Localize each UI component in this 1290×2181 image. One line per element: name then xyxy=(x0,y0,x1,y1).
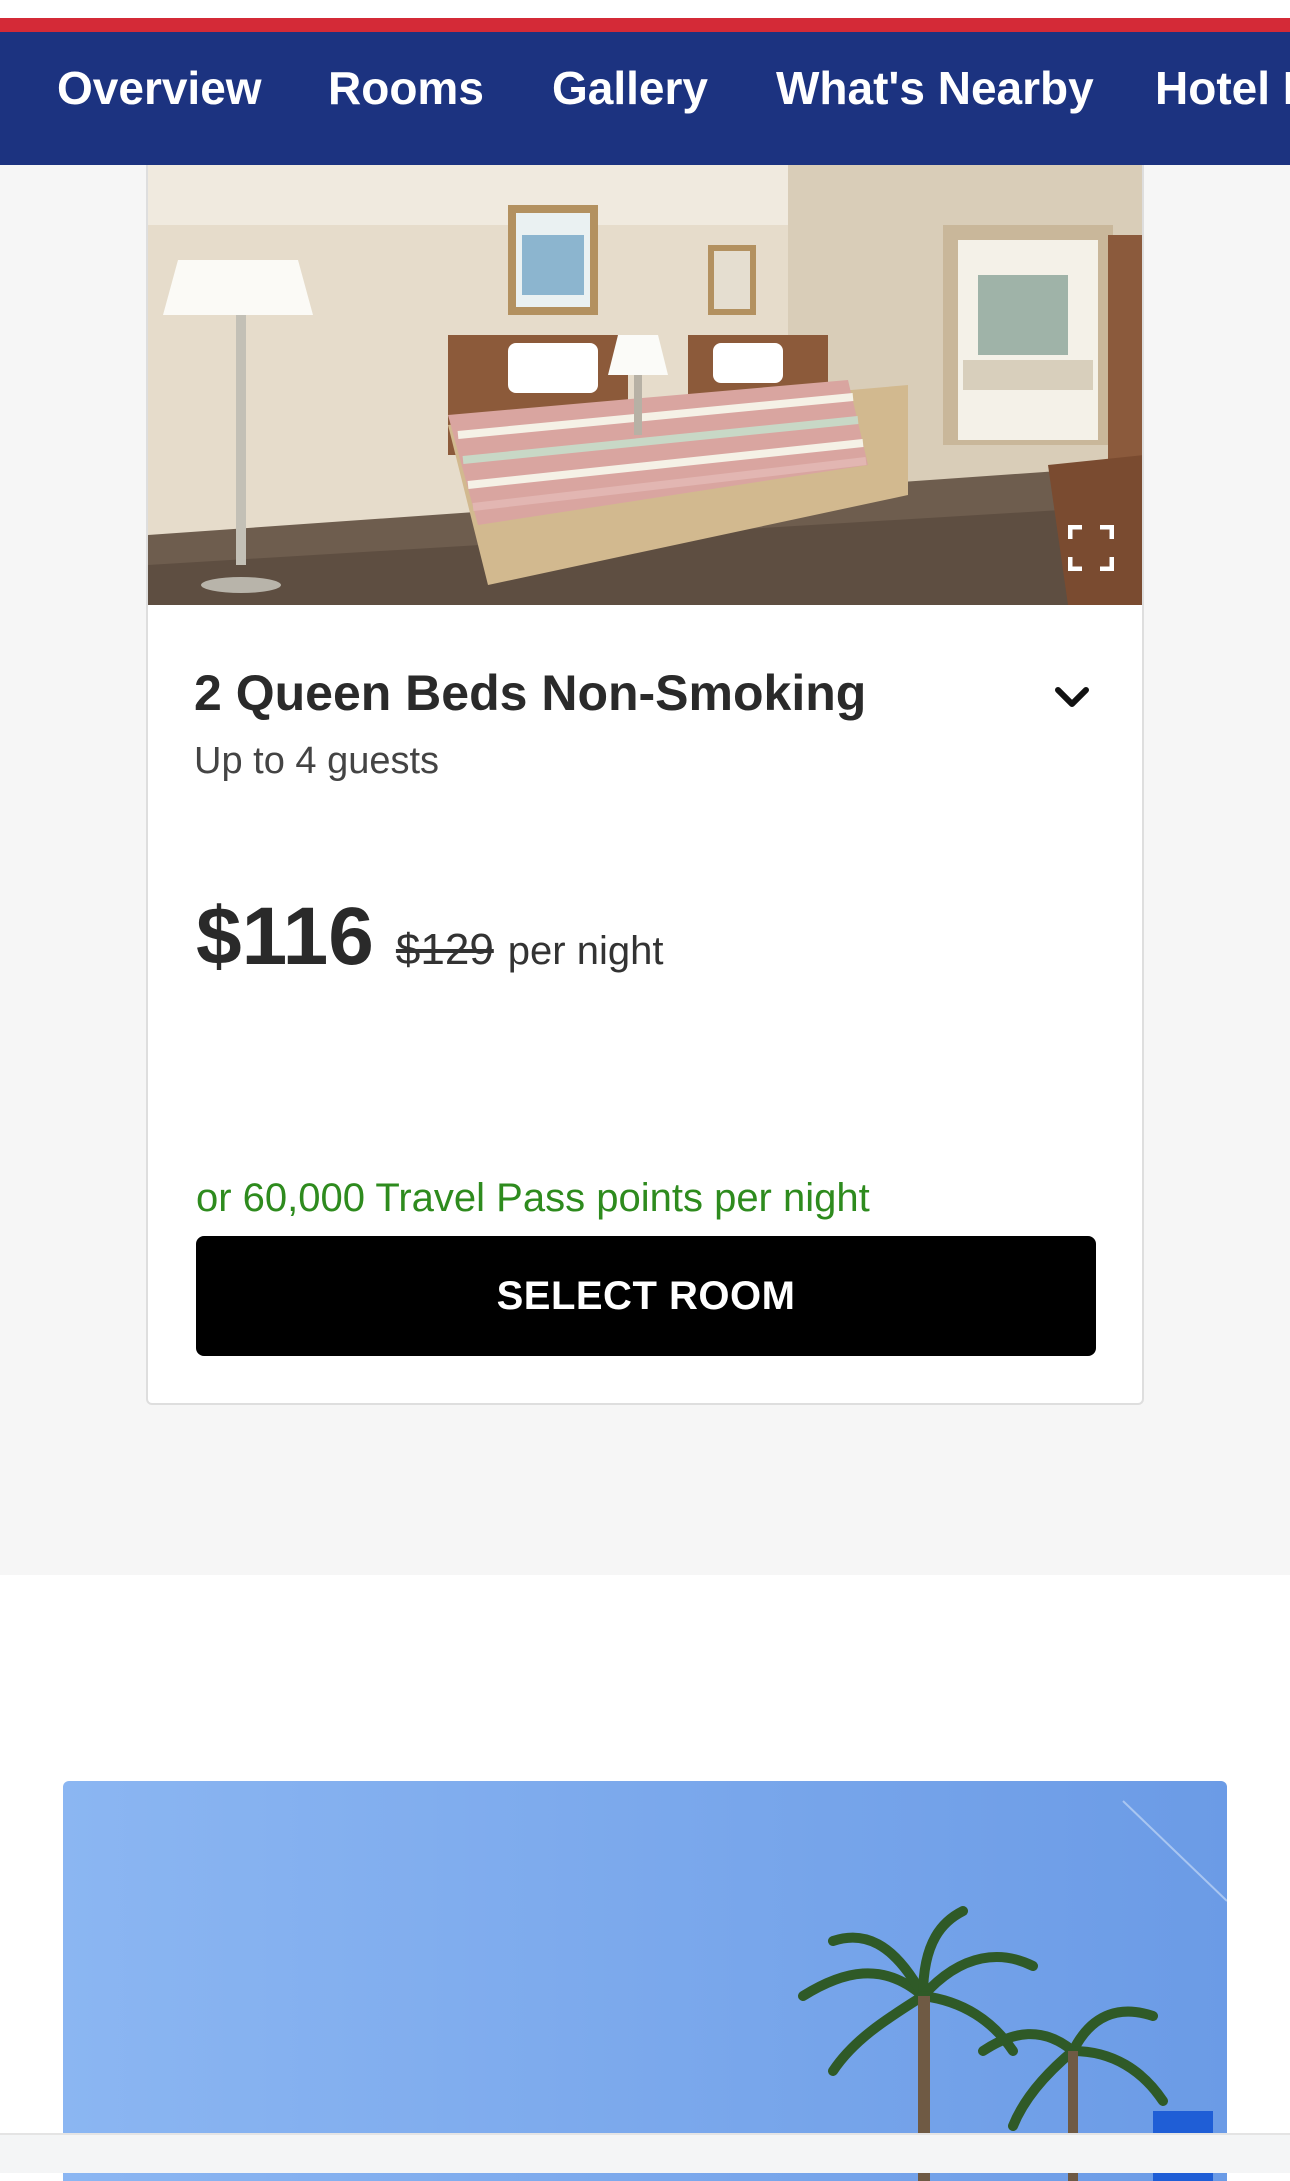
fullscreen-icon[interactable] xyxy=(1068,525,1114,571)
top-strip xyxy=(0,0,1290,18)
price-unit: per night xyxy=(507,929,664,973)
tab-rooms[interactable]: Rooms xyxy=(328,60,484,116)
select-room-button[interactable]: SELECT ROOM xyxy=(196,1236,1096,1356)
section-nav: Overview Rooms Gallery What's Nearby Hot… xyxy=(0,32,1290,165)
tab-whats-nearby[interactable]: What's Nearby xyxy=(776,60,1094,116)
room-title: 2 Queen Beds Non-Smoking xyxy=(194,665,867,721)
tab-gallery[interactable]: Gallery xyxy=(552,60,708,116)
browser-bottom-bar xyxy=(0,2133,1290,2173)
chevron-down-icon[interactable] xyxy=(1052,677,1092,717)
brand-accent-bar xyxy=(0,18,1290,32)
hotel-exterior-photo[interactable] xyxy=(63,1781,1227,2181)
room-photo[interactable] xyxy=(148,165,1142,605)
original-price: $129 xyxy=(395,925,494,974)
tab-hotel-info[interactable]: Hotel I xyxy=(1155,60,1290,116)
room-guest-capacity: Up to 4 guests xyxy=(194,740,440,782)
tab-overview[interactable]: Overview xyxy=(57,60,262,116)
price-row: $116 $129 per night xyxy=(196,890,663,990)
current-price: $116 xyxy=(196,891,374,982)
room-card: 2 Queen Beds Non-Smoking Up to 4 guests … xyxy=(146,165,1144,1405)
points-price: or 60,000 Travel Pass points per night xyxy=(196,1176,870,1220)
